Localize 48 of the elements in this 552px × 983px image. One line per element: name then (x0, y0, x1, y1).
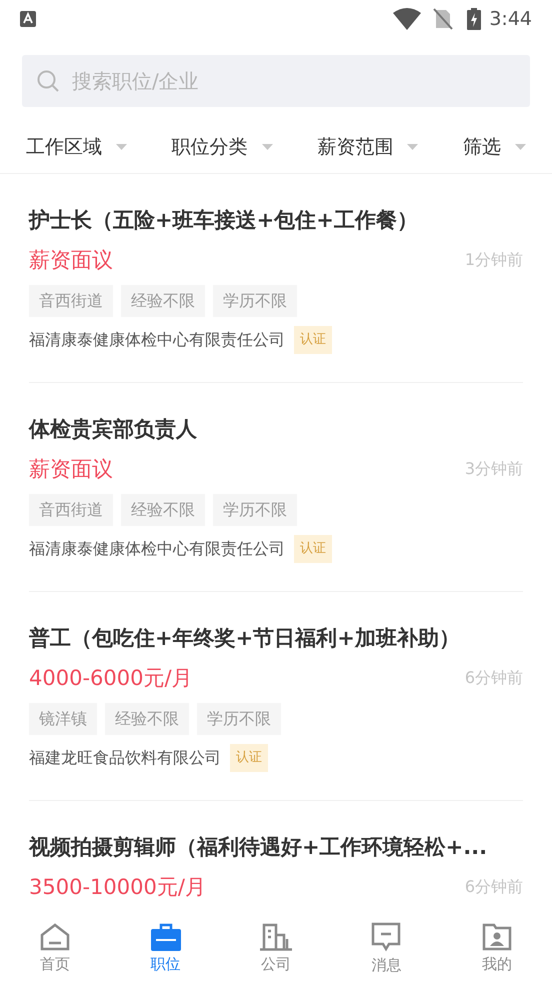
clock-time: 3:44 (489, 6, 532, 32)
verified-badge: 认证 (294, 326, 332, 354)
home-icon (40, 922, 70, 951)
salary: 薪资面议 (29, 247, 113, 274)
job-title[interactable]: 体检贵宾部负责人 (29, 414, 523, 444)
company-name: 福清康泰健康体检中心有限责任公司 (29, 329, 285, 351)
job-tag: 学历不限 (213, 285, 297, 317)
message-icon (371, 922, 402, 952)
post-time: 1分钟前 (464, 249, 523, 271)
job-title[interactable]: 护士长（五险+班车接送+包住+工作餐） (29, 205, 523, 235)
search-field[interactable]: 搜索职位/企业 (22, 55, 530, 107)
job-tag: 音西街道 (29, 285, 113, 317)
briefcase-icon (150, 922, 181, 951)
profile-card-icon (482, 922, 512, 951)
filter-dropdown[interactable]: 筛选 (462, 132, 526, 162)
job-title[interactable]: 普工（包吃住+年终奖+节日福利+加班补助） (29, 623, 523, 653)
no-sim-icon (433, 8, 454, 30)
job-tag: 经验不限 (121, 494, 205, 526)
post-time: 6分钟前 (464, 667, 523, 689)
verified-badge: 认证 (230, 744, 268, 772)
battery-charging-icon (467, 8, 482, 30)
post-time: 6分钟前 (464, 876, 523, 898)
dropdown-caret-icon (514, 144, 526, 150)
job-tag: 镜洋镇 (29, 703, 97, 735)
salary: 薪资面议 (29, 456, 113, 483)
wifi-icon (393, 8, 422, 30)
building-icon (260, 922, 292, 951)
search-icon (36, 69, 60, 93)
filter-dropdown[interactable]: 职位分类 (172, 132, 273, 162)
salary: 4000-6000元/月 (29, 665, 193, 692)
dropdown-caret-icon (116, 144, 127, 150)
salary: 3500-10000元/月 (29, 874, 206, 901)
company-name: 福建龙旺食品饮料有限公司 (29, 747, 221, 769)
dropdown-caret-icon (407, 144, 418, 150)
job-tag: 经验不限 (105, 703, 189, 735)
job-tag: 学历不限 (197, 703, 281, 735)
post-time: 3分钟前 (464, 458, 523, 480)
filter-dropdown[interactable]: 工作区域 (26, 132, 127, 162)
company-name: 福清康泰健康体检中心有限责任公司 (29, 538, 285, 560)
job-tag: 音西街道 (29, 494, 113, 526)
job-title[interactable]: 视频拍摄剪辑师（福利待遇好+工作环境轻松+... (29, 832, 523, 862)
job-tag: 学历不限 (213, 494, 297, 526)
dropdown-caret-icon (262, 144, 273, 150)
notification-icon (20, 11, 36, 27)
job-tag: 经验不限 (121, 285, 205, 317)
verified-badge: 认证 (294, 535, 332, 563)
nav-tab[interactable]: 职位 (110, 922, 221, 976)
filter-dropdown[interactable]: 薪资范围 (317, 132, 418, 162)
